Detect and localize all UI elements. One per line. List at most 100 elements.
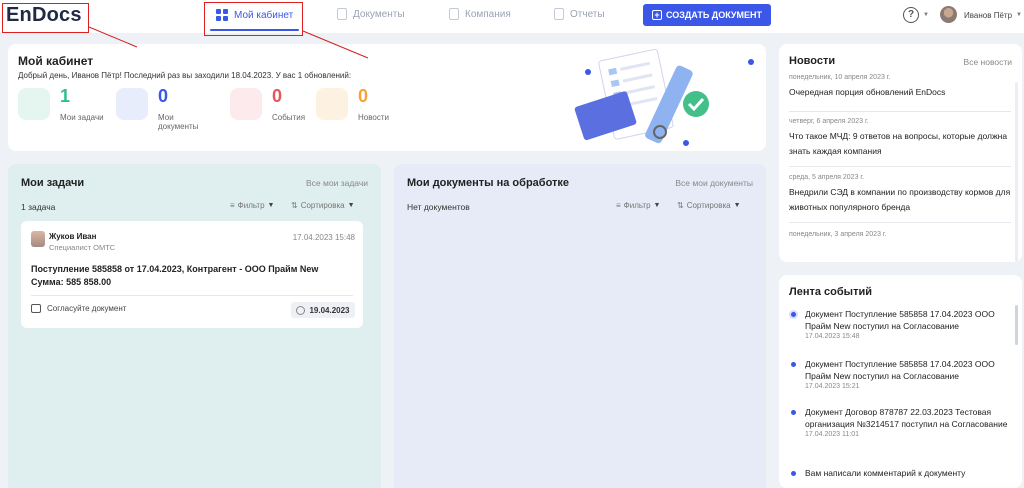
- unread-dot: [791, 312, 796, 317]
- stat-events[interactable]: 0 События: [230, 86, 330, 126]
- tab-cabinet[interactable]: Мой кабинет: [216, 9, 293, 21]
- create-document-button[interactable]: + СОЗДАТЬ ДОКУМЕНТ: [643, 4, 771, 26]
- top-bar: EnDocs Мой кабинет Документы Компания От…: [0, 0, 1024, 36]
- all-documents-link[interactable]: Все мои документы: [675, 178, 753, 188]
- grid-icon: [216, 9, 228, 21]
- documents-icon: [116, 88, 148, 120]
- avatar: [31, 231, 45, 247]
- greeting-text: Добрый день, Иванов Пётр! Последний раз …: [18, 71, 352, 80]
- tab-cabinet-label: Мой кабинет: [234, 9, 294, 21]
- stat-value: 0: [272, 86, 283, 106]
- tab-company[interactable]: Компания: [449, 8, 511, 20]
- chevron-down-icon: ▼: [733, 202, 741, 209]
- tab-documents-label: Документы: [353, 8, 405, 20]
- divider: [789, 111, 1011, 112]
- tasks-title: Мои задачи: [21, 177, 85, 189]
- event-dot: [791, 362, 796, 367]
- event-text: Документ Поступление 585858 17.04.2023 О…: [805, 309, 995, 331]
- event-date: 17.04.2023 15:21: [805, 383, 860, 390]
- cabinet-illustration: [574, 48, 754, 146]
- tab-documents[interactable]: Документы: [337, 8, 405, 20]
- chevron-down-icon: ▼: [347, 202, 355, 209]
- tab-reports-label: Отчеты: [570, 8, 605, 20]
- news-panel: Новости Все новости понедельник, 10 апре…: [779, 44, 1022, 262]
- documents-empty: Нет документов: [407, 202, 470, 212]
- sort-label: Сортировка: [300, 201, 345, 210]
- chevron-down-icon: ▼: [267, 202, 275, 209]
- stat-label: Мои документы: [158, 113, 199, 131]
- task-action-label: Согласуйте документ: [47, 304, 127, 313]
- all-news-link[interactable]: Все новости: [964, 57, 1012, 67]
- event-text: Документ Поступление 585858 17.04.2023 О…: [805, 359, 995, 381]
- scrollbar[interactable]: [1015, 82, 1018, 262]
- news-headline: Что такое МЧД: 9 ответов на вопросы, кот…: [789, 131, 1008, 156]
- documents-title: Мои документы на обработке: [407, 177, 570, 189]
- task-due-badge: 19.04.2023: [291, 302, 355, 318]
- events-panel: Лента событий Документ Поступление 58585…: [779, 275, 1022, 488]
- company-icon: [449, 8, 459, 20]
- stat-news[interactable]: 0 Новости: [316, 86, 416, 126]
- filter-icon: ≡: [616, 201, 621, 210]
- help-icon[interactable]: ?: [903, 7, 919, 23]
- all-tasks-link[interactable]: Все мои задачи: [306, 178, 368, 188]
- news-item[interactable]: понедельник, 10 апреля 2023 г. Очередная…: [789, 74, 1011, 100]
- filter-label: Фильтр: [623, 201, 651, 210]
- chevron-down-icon: ▼: [653, 202, 661, 209]
- logo[interactable]: EnDocs: [6, 4, 82, 27]
- chevron-down-icon[interactable]: ▼: [923, 12, 929, 18]
- task-description: Поступление 585858 от 17.04.2023, Контра…: [31, 264, 319, 287]
- tasks-count: 1 задача: [21, 202, 56, 212]
- stat-value: 0: [358, 86, 369, 106]
- divider: [789, 222, 1011, 223]
- event-item[interactable]: Вам написали комментарий к документу: [789, 467, 1009, 479]
- event-item[interactable]: Документ Поступление 585858 17.04.2023 О…: [789, 308, 1009, 340]
- filter-label: Фильтр: [237, 201, 265, 210]
- divider: [31, 295, 353, 296]
- tasks-filter[interactable]: ≡ Фильтр ▼: [230, 201, 274, 210]
- sort-icon: ⇅: [677, 201, 684, 210]
- create-document-label: СОЗДАТЬ ДОКУМЕНТ: [665, 10, 763, 20]
- documents-panel: Мои документы на обработке Все мои докум…: [394, 164, 766, 488]
- stat-label: Новости: [358, 113, 389, 122]
- sort-label: Сортировка: [686, 201, 731, 210]
- tab-reports[interactable]: Отчеты: [554, 8, 605, 20]
- divider: [789, 166, 1011, 167]
- documents-sort[interactable]: ⇅ Сортировка ▼: [677, 201, 741, 210]
- task-card[interactable]: Жуков Иван Специалист ОМТС 17.04.2023 15…: [21, 221, 363, 328]
- clock-icon: [296, 305, 306, 315]
- user-name[interactable]: Иванов Пётр: [964, 11, 1012, 20]
- stat-tasks[interactable]: 1 Мои задачи: [18, 86, 118, 126]
- plus-icon: +: [651, 10, 662, 20]
- news-item[interactable]: понедельник, 3 апреля 2023 г.: [789, 231, 1011, 238]
- stat-label: Мои задачи: [60, 113, 104, 122]
- news-title: Новости: [789, 55, 836, 67]
- news-date: среда, 5 апреля 2023 г.: [789, 174, 865, 181]
- event-dot: [791, 471, 796, 476]
- page-title: Мой кабинет: [18, 54, 94, 68]
- news-headline: Внедрили СЭД в компании по производству …: [789, 187, 1011, 212]
- reports-icon: [554, 8, 564, 20]
- chevron-down-icon[interactable]: ▼: [1016, 12, 1022, 18]
- event-item[interactable]: Документ Поступление 585858 17.04.2023 О…: [789, 358, 1009, 390]
- active-tab-underline: [210, 29, 299, 31]
- task-due-date: 19.04.2023: [309, 305, 350, 315]
- task-date: 17.04.2023 15:48: [292, 233, 355, 242]
- documents-filter[interactable]: ≡ Фильтр ▼: [616, 201, 660, 210]
- event-text: Вам написали комментарий к документу: [805, 468, 966, 478]
- comment-icon: [31, 304, 41, 313]
- news-headline: Очередная порция обновлений EnDocs: [789, 87, 946, 97]
- event-item[interactable]: Документ Договор 878787 22.03.2023 Тесто…: [789, 406, 1009, 438]
- avatar[interactable]: [940, 6, 957, 23]
- task-author: Жуков Иван: [49, 232, 97, 241]
- event-text: Документ Договор 878787 22.03.2023 Тесто…: [805, 407, 1008, 429]
- news-date: понедельник, 10 апреля 2023 г.: [789, 74, 891, 81]
- scrollbar[interactable]: [1015, 305, 1018, 345]
- stat-documents[interactable]: 0 Мои документы: [116, 86, 216, 131]
- tab-company-label: Компания: [465, 8, 511, 20]
- news-item[interactable]: среда, 5 апреля 2023 г. Внедрили СЭД в к…: [789, 174, 1011, 215]
- tasks-sort[interactable]: ⇅ Сортировка ▼: [291, 201, 355, 210]
- news-item[interactable]: четверг, 6 апреля 2023 г. Что такое МЧД:…: [789, 118, 1011, 159]
- events-title: Лента событий: [789, 286, 872, 298]
- news-date: понедельник, 3 апреля 2023 г.: [789, 231, 887, 238]
- stat-value: 1: [60, 86, 71, 106]
